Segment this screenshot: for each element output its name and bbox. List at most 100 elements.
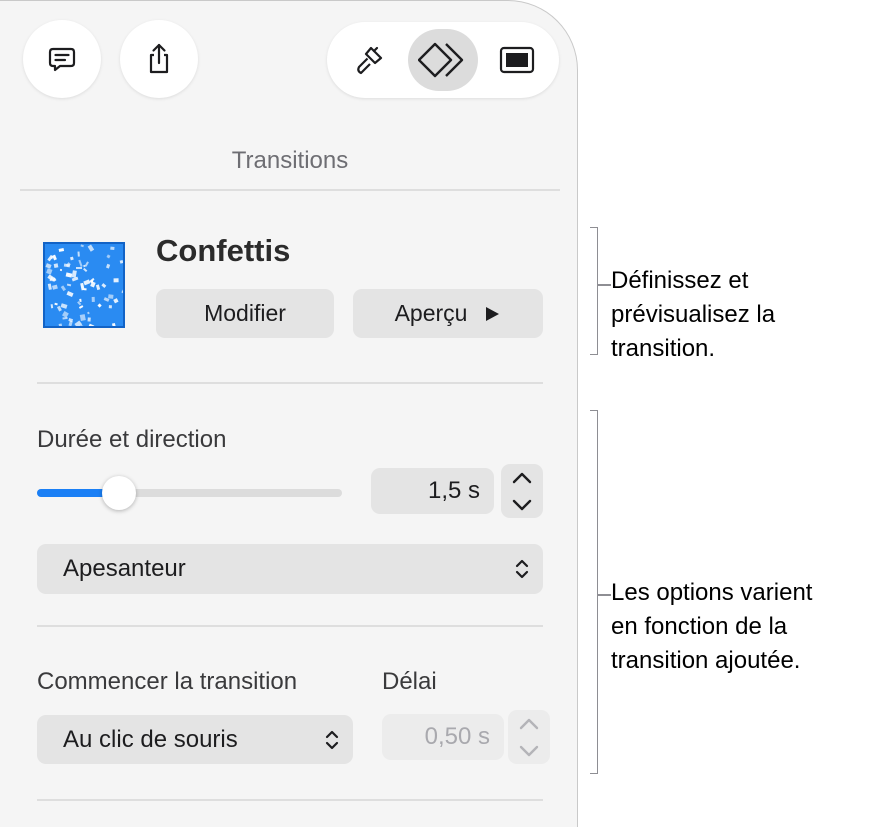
divider bbox=[20, 189, 560, 191]
confetti-piece bbox=[59, 323, 63, 326]
confetti-piece bbox=[86, 311, 90, 315]
confetti-piece bbox=[118, 259, 123, 263]
stepper-down-button bbox=[508, 737, 550, 764]
chevron-down-icon bbox=[512, 499, 532, 510]
confetti-piece bbox=[87, 323, 94, 326]
confetti-piece bbox=[52, 284, 59, 290]
confetti-piece bbox=[90, 281, 96, 288]
divider bbox=[37, 799, 543, 801]
confetti-piece bbox=[65, 272, 72, 278]
confetti-piece bbox=[95, 284, 100, 290]
callout-bracket bbox=[590, 227, 598, 355]
confetti-piece bbox=[76, 267, 82, 270]
confetti-piece bbox=[101, 283, 107, 288]
confetti-piece bbox=[53, 263, 59, 269]
transition-name: Confettis bbox=[156, 233, 291, 268]
divider bbox=[37, 382, 543, 384]
comment-button[interactable] bbox=[23, 20, 101, 98]
confetti-piece bbox=[83, 287, 87, 291]
modify-label: Modifier bbox=[204, 300, 286, 326]
confetti-piece bbox=[106, 254, 111, 259]
modify-button[interactable]: Modifier bbox=[156, 289, 334, 338]
confetti-piece bbox=[97, 303, 103, 309]
confetti-piece bbox=[113, 278, 119, 283]
confetti-piece bbox=[60, 302, 68, 309]
start-value: Au clic de souris bbox=[63, 726, 238, 753]
confetti-piece bbox=[87, 317, 91, 323]
chevron-down-icon bbox=[519, 745, 539, 756]
duration-slider[interactable] bbox=[37, 476, 342, 510]
confetti-piece bbox=[50, 303, 53, 308]
tab-document[interactable] bbox=[482, 29, 552, 91]
confetti-piece bbox=[59, 268, 63, 272]
delay-field: 0,50 s bbox=[382, 714, 504, 760]
callout-tick bbox=[597, 594, 611, 596]
callout-bottom: Les options varient en fonction de la tr… bbox=[611, 576, 812, 678]
paintbrush-icon bbox=[357, 46, 383, 75]
confetti-piece bbox=[60, 285, 66, 292]
delay-label: Délai bbox=[382, 668, 437, 695]
direction-select[interactable]: Apesanteur bbox=[37, 544, 543, 594]
confetti-piece bbox=[58, 247, 64, 252]
confetti-piece bbox=[77, 260, 83, 267]
share-icon bbox=[149, 43, 169, 74]
stepper-up-button[interactable] bbox=[501, 464, 543, 491]
confetti-piece bbox=[110, 246, 115, 250]
callout-line: prévisualisez la bbox=[611, 301, 776, 328]
chevron-up-icon bbox=[512, 472, 532, 483]
confetti-piece bbox=[48, 283, 53, 290]
confetti-piece bbox=[106, 263, 111, 269]
callout-line: Les options varient bbox=[611, 579, 813, 606]
preview-label: Aperçu bbox=[394, 300, 468, 326]
confetti-piece bbox=[114, 298, 120, 304]
transition-thumbnail bbox=[43, 242, 125, 328]
start-select[interactable]: Au clic de souris bbox=[37, 715, 353, 764]
confetti-piece bbox=[91, 297, 95, 302]
confetti-piece bbox=[79, 244, 84, 248]
confetti-piece bbox=[82, 268, 88, 273]
duration-stepper[interactable] bbox=[501, 464, 543, 518]
confetti-piece bbox=[80, 325, 85, 326]
stepper-down-button[interactable] bbox=[501, 491, 543, 518]
inspector-tab-group bbox=[327, 22, 559, 98]
confetti-piece bbox=[66, 283, 72, 287]
confetti-piece bbox=[65, 291, 74, 298]
duration-field[interactable]: 1,5 s bbox=[371, 468, 494, 514]
tab-format[interactable] bbox=[334, 29, 404, 91]
share-button[interactable] bbox=[120, 20, 198, 98]
up-down-chevron-icon bbox=[515, 559, 529, 579]
confetti-piece bbox=[77, 251, 81, 257]
callout-line: Définissez et bbox=[611, 267, 749, 294]
confetti-piece bbox=[52, 277, 57, 282]
confetti-piece bbox=[87, 244, 95, 252]
confetti-piece bbox=[71, 277, 79, 282]
confetti-piece bbox=[69, 256, 74, 261]
callout-bracket bbox=[590, 410, 598, 774]
tab-animate[interactable] bbox=[408, 29, 478, 91]
stepper-up-button bbox=[508, 710, 550, 737]
start-label: Commencer la transition bbox=[37, 668, 298, 695]
callout-line: en fonction de la bbox=[611, 613, 788, 640]
preview-button[interactable]: Aperçu bbox=[353, 289, 543, 338]
slider-knob[interactable] bbox=[102, 476, 137, 510]
up-down-chevron-icon bbox=[325, 730, 339, 749]
confetti-piece bbox=[74, 320, 83, 326]
confetti-piece bbox=[110, 325, 114, 326]
callout-line: transition. bbox=[611, 335, 716, 362]
chevron-up-icon bbox=[519, 718, 539, 729]
document-slide-icon bbox=[499, 46, 535, 74]
callout-line: transition ajoutée. bbox=[611, 647, 801, 674]
delay-stepper bbox=[508, 710, 550, 764]
divider bbox=[37, 625, 543, 627]
duration-label: Durée et direction bbox=[37, 426, 227, 453]
section-title: Transitions bbox=[231, 147, 349, 174]
confetti-piece bbox=[45, 263, 53, 270]
confetti-piece bbox=[68, 320, 74, 326]
play-triangle-icon bbox=[486, 306, 500, 321]
confetti-piece bbox=[109, 305, 113, 308]
inspector-panel: Transitions Confettis Modifier Aperçu Du… bbox=[0, 0, 578, 827]
confetti-piece bbox=[45, 268, 52, 275]
confetti-piece bbox=[80, 313, 86, 321]
confetti-piece bbox=[121, 288, 123, 293]
comment-bubble-icon bbox=[48, 47, 76, 72]
